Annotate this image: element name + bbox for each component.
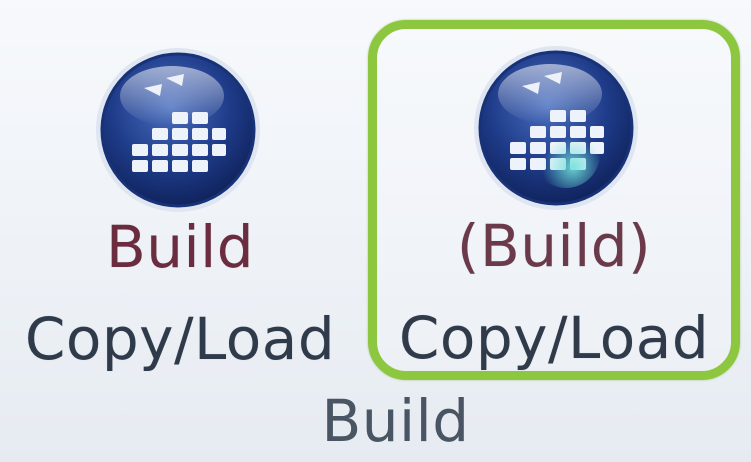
optional-build-button-label-line2: Copy/Load	[398, 304, 710, 372]
ribbon-group-label-text: Build	[321, 387, 470, 455]
build-button-label-line2: Copy/Load	[24, 305, 336, 373]
build-blocks-icon	[474, 46, 638, 210]
optional-build-copy-load-button[interactable]: (Build) Copy/Load	[368, 20, 740, 380]
ribbon-group-label: Build	[0, 392, 751, 450]
optional-build-button-label-line1: (Build)	[456, 212, 652, 280]
build-blocks-icon	[96, 48, 260, 212]
build-copy-load-button[interactable]: Build Copy/Load	[8, 20, 352, 380]
ribbon-build-group: Build Copy/Load (Build) Copy/Load Build	[0, 0, 751, 462]
build-button-label-line1: Build	[105, 213, 255, 281]
